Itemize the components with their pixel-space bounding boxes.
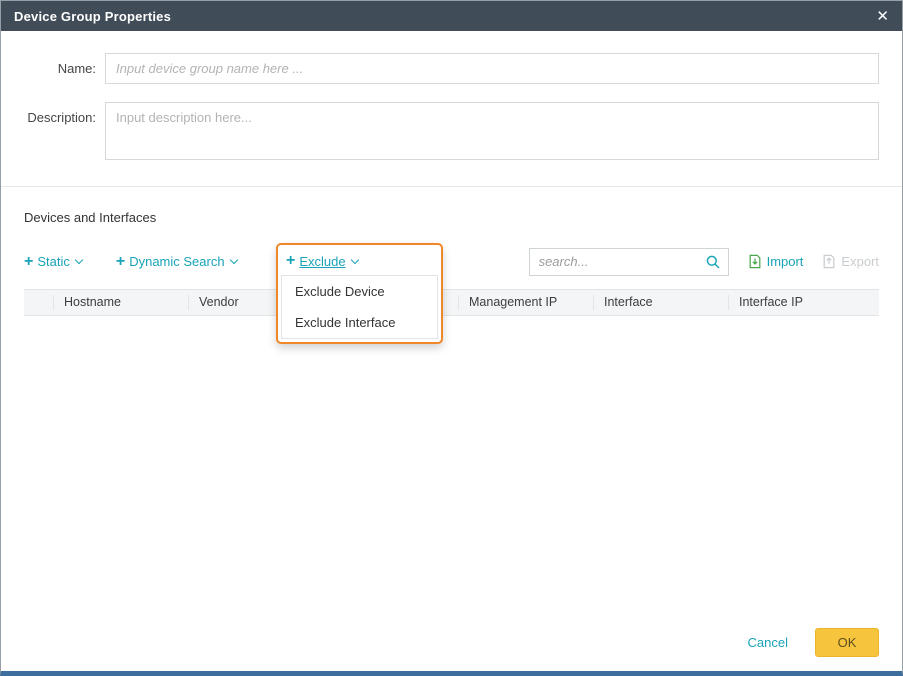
dialog-titlebar: Device Group Properties ✕ <box>1 1 902 31</box>
import-button[interactable]: Import <box>748 254 804 269</box>
close-icon[interactable]: ✕ <box>876 9 889 24</box>
dialog-content: Name: Description: Devices and Interface… <box>1 31 902 613</box>
exclude-dropdown-button[interactable]: + Exclude <box>281 248 438 275</box>
chevron-down-icon <box>229 256 237 264</box>
dynamic-search-label: Dynamic Search <box>129 254 224 269</box>
description-label: Description: <box>24 102 96 160</box>
static-dropdown-button[interactable]: + Static <box>24 254 82 270</box>
plus-icon: + <box>24 254 33 270</box>
devices-toolbar: + Static + Dynamic Search + Exclude Excl… <box>24 247 879 276</box>
search-input[interactable] <box>539 254 705 269</box>
devices-table-header: Hostname Vendor Management IP Interface … <box>24 289 879 316</box>
devices-table-body <box>24 316 879 613</box>
dialog-title: Device Group Properties <box>14 9 876 24</box>
column-header-select <box>24 295 54 310</box>
export-button[interactable]: Export <box>822 254 879 269</box>
ok-button[interactable]: OK <box>815 628 879 657</box>
plus-icon: + <box>116 254 125 270</box>
column-header-interface-ip[interactable]: Interface IP <box>729 295 879 310</box>
exclude-label: Exclude <box>299 254 345 269</box>
section-title: Devices and Interfaces <box>24 210 879 225</box>
menu-item-exclude-interface[interactable]: Exclude Interface <box>282 307 437 338</box>
column-header-hostname[interactable]: Hostname <box>54 295 189 310</box>
device-group-properties-dialog: Device Group Properties ✕ Name: Descript… <box>0 0 903 676</box>
exclude-menu: Exclude Device Exclude Interface <box>281 275 438 339</box>
dynamic-search-dropdown-button[interactable]: + Dynamic Search <box>116 254 237 270</box>
menu-item-exclude-device[interactable]: Exclude Device <box>282 276 437 307</box>
chevron-down-icon <box>350 255 358 263</box>
description-row: Description: <box>24 102 879 160</box>
description-input[interactable] <box>105 102 879 160</box>
name-input[interactable] <box>105 53 879 84</box>
export-label: Export <box>841 254 879 269</box>
exclude-dropdown-highlight: + Exclude Exclude Device Exclude Interfa… <box>276 243 443 344</box>
import-label: Import <box>767 254 804 269</box>
dialog-footer: Cancel OK <box>1 613 902 671</box>
search-icon[interactable] <box>705 254 721 270</box>
name-row: Name: <box>24 53 879 84</box>
section-divider <box>1 186 902 187</box>
search-box <box>529 248 729 276</box>
static-label: Static <box>37 254 70 269</box>
column-header-management-ip[interactable]: Management IP <box>459 295 594 310</box>
name-label: Name: <box>24 53 96 84</box>
import-icon <box>748 254 762 269</box>
chevron-down-icon <box>75 256 83 264</box>
column-header-interface[interactable]: Interface <box>594 295 729 310</box>
export-icon <box>822 254 836 269</box>
cancel-button[interactable]: Cancel <box>748 635 788 650</box>
plus-icon: + <box>286 253 295 269</box>
